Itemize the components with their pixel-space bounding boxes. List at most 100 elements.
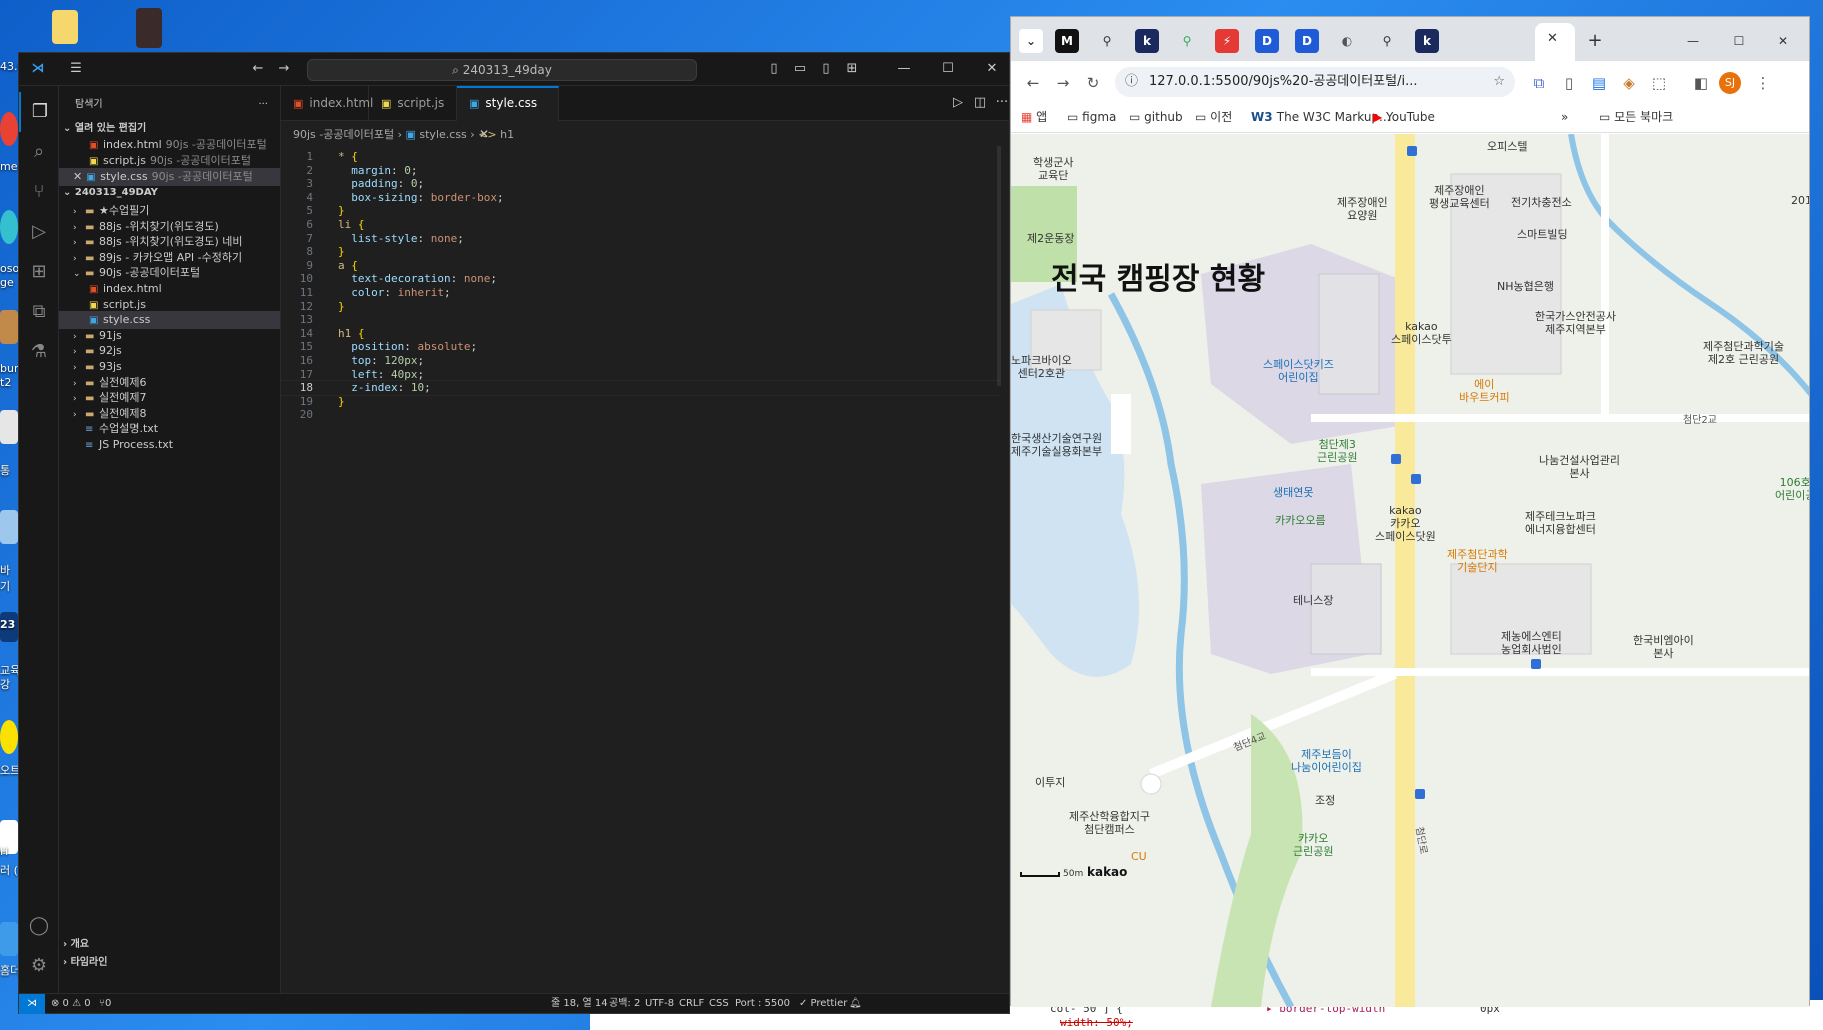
toggle-panel-icon[interactable]: ▭: [787, 57, 813, 81]
desktop-icon-edge[interactable]: [0, 210, 18, 244]
profile-avatar[interactable]: SJ: [1719, 72, 1741, 94]
desktop-icon-app[interactable]: [136, 8, 162, 48]
code-line[interactable]: list-style: none;: [338, 231, 464, 247]
map-label[interactable]: 제주장애인 요양원: [1337, 196, 1388, 222]
site-info-icon[interactable]: ⓘ: [1125, 67, 1138, 97]
map-label[interactable]: 나눔건설사업관리 본사: [1539, 454, 1620, 480]
extension-icon[interactable]: ⧉: [1527, 71, 1551, 95]
map-label[interactable]: 제2운동장: [1027, 232, 1074, 245]
forward-arrow-icon[interactable]: →: [271, 57, 297, 81]
workspace-header[interactable]: ⌄ 240313_49DAY: [59, 184, 280, 202]
extensions-icon[interactable]: ⊞: [19, 252, 59, 292]
settings-gear-icon[interactable]: ⚙: [19, 946, 59, 986]
timeline-header[interactable]: › 타임라인: [59, 954, 280, 972]
map-label[interactable]: 첨단2교: [1683, 414, 1717, 427]
back-arrow-icon[interactable]: ←: [245, 57, 271, 81]
tab-favicon-k2[interactable]: k: [1415, 29, 1439, 53]
eol-status[interactable]: CRLF: [679, 994, 704, 1014]
scrollbar[interactable]: [997, 146, 1001, 386]
bookmark-youtube[interactable]: ▶ YouTube: [1373, 101, 1435, 133]
remote-icon[interactable]: ⋊: [19, 994, 45, 1014]
extension-icon[interactable]: ▤: [1587, 71, 1611, 95]
extension-icon[interactable]: ◈: [1617, 71, 1641, 95]
map-label[interactable]: 오피스텔: [1487, 140, 1527, 153]
extensions-puzzle-icon[interactable]: ⬚: [1647, 71, 1671, 95]
command-center-search[interactable]: ⌕ 240313_49day: [307, 59, 697, 81]
map-label[interactable]: 스페이스닷키즈 어린이집: [1263, 358, 1334, 384]
minimize-button[interactable]: —: [1681, 29, 1705, 53]
more-bookmarks-icon[interactable]: »: [1561, 101, 1568, 133]
more-actions-icon[interactable]: ···: [258, 96, 268, 114]
code-line[interactable]: }: [338, 299, 345, 315]
bus-stop-icon[interactable]: [1391, 454, 1401, 464]
code-line[interactable]: box-sizing: border-box;: [338, 190, 503, 206]
tab-favicon-d[interactable]: D: [1255, 29, 1279, 53]
all-bookmarks[interactable]: ▭ 모든 북마크: [1599, 101, 1673, 133]
indentation-status[interactable]: 공백: 2: [609, 994, 640, 1014]
reload-icon[interactable]: ↻: [1081, 71, 1105, 95]
maximize-button[interactable]: ☐: [1727, 29, 1751, 53]
tab-favicon-google-maps[interactable]: ⚲: [1175, 29, 1199, 53]
map-label[interactable]: 제농에스엔티 농업회사법인: [1501, 630, 1562, 656]
active-tab[interactable]: ✕: [1535, 23, 1575, 61]
map-label[interactable]: 노파크바이오 센터2호관: [1011, 354, 1072, 380]
map-label[interactable]: 제주테크노파크 에너지융합센터: [1525, 510, 1596, 536]
testing-icon[interactable]: ⚗: [19, 332, 59, 372]
tree-item[interactable]: ≡ JS Process.txt: [59, 436, 280, 454]
map-label[interactable]: 첨단제3 근린공원: [1317, 438, 1357, 464]
desktop-icon-chrome[interactable]: [0, 112, 18, 146]
map-label[interactable]: 제주산학융합지구 첨단캠퍼스: [1069, 810, 1150, 836]
map-label[interactable]: CU: [1131, 850, 1147, 863]
breadcrumb-symbol[interactable]: h1: [500, 128, 514, 141]
cursor-position[interactable]: 줄 18, 열 14: [551, 994, 608, 1014]
menu-kebab-icon[interactable]: ⋮: [1751, 71, 1775, 95]
remote-explorer-icon[interactable]: ⧉: [19, 292, 59, 332]
bookmark-apps[interactable]: ▦ 앱: [1021, 101, 1047, 133]
code-line[interactable]: }: [338, 394, 345, 410]
close-button[interactable]: ✕: [979, 57, 1005, 81]
bus-stop-icon[interactable]: [1531, 659, 1541, 669]
breadcrumb-folder[interactable]: 90js -공공데이터포털: [293, 128, 394, 141]
map-label[interactable]: 한국비엠아이 본사: [1633, 634, 1694, 660]
toggle-sidebar-icon[interactable]: ▯: [761, 57, 787, 81]
bookmark-previous[interactable]: ▭ 이전: [1195, 101, 1232, 133]
prettier-status[interactable]: ✓ Prettier: [799, 994, 847, 1014]
map-label[interactable]: 한국생산기술연구원 제주기술실용화본부: [1011, 432, 1102, 458]
bookmark-github[interactable]: ▭ github: [1129, 101, 1183, 133]
extension-icon[interactable]: ▯: [1557, 71, 1581, 95]
map-label[interactable]: 제주장애인 평생교육센터: [1429, 184, 1490, 210]
maximize-button[interactable]: ☐: [935, 57, 961, 81]
ports-status[interactable]: ⑂0: [99, 994, 111, 1014]
tab-favicon-map-pin[interactable]: ⚲: [1095, 29, 1119, 53]
map-label[interactable]: kakao 카카오 스페이스닷원: [1375, 504, 1436, 543]
address-bar[interactable]: ⓘ 127.0.0.1:5500/90js%20-공공데이터포털/i... ☆: [1115, 67, 1515, 97]
map-label[interactable]: 스마트빌딩: [1517, 228, 1568, 241]
notifications-bell-icon[interactable]: 🔔︎: [849, 994, 862, 1014]
tab-style-css[interactable]: ▣ style.css ✕: [457, 86, 559, 141]
bookmark-figma[interactable]: ▭ figma: [1067, 101, 1116, 133]
close-icon[interactable]: ✕: [1547, 31, 1558, 46]
tab-favicon-k[interactable]: k: [1135, 29, 1159, 53]
desktop-icon-app2[interactable]: [0, 310, 18, 344]
map-label[interactable]: 카카오오름: [1275, 514, 1326, 527]
code-line[interactable]: z-index: 10;: [338, 380, 431, 396]
forward-arrow-icon[interactable]: →: [1051, 71, 1075, 95]
close-icon[interactable]: ✕: [73, 170, 82, 183]
outline-header[interactable]: › 개요: [59, 936, 280, 954]
map-label[interactable]: NH농협은행: [1497, 280, 1554, 293]
map-label[interactable]: 제주첨단과학 기술단지: [1447, 548, 1508, 574]
map-label[interactable]: 전기차충전소: [1511, 196, 1572, 209]
bookmark-w3c[interactable]: W3 The W3C Markup...: [1251, 101, 1390, 133]
map-label[interactable]: 테니스장: [1293, 594, 1333, 607]
map-label[interactable]: 조정: [1315, 794, 1335, 807]
desktop-icon-app3[interactable]: [0, 510, 18, 544]
map-label[interactable]: 생태연못: [1273, 486, 1313, 499]
tab-favicon-m[interactable]: M: [1055, 29, 1079, 53]
map-label[interactable]: 이투지: [1035, 776, 1065, 789]
tab-favicon-globe[interactable]: ◐: [1335, 29, 1359, 53]
live-server-port[interactable]: Port : 5500: [735, 994, 790, 1014]
bus-stop-icon[interactable]: [1407, 146, 1417, 156]
run-debug-icon[interactable]: ▷: [19, 212, 59, 252]
tab-favicon-flash[interactable]: ⚡︎: [1215, 29, 1239, 53]
code-line[interactable]: color: inherit;: [338, 285, 450, 301]
